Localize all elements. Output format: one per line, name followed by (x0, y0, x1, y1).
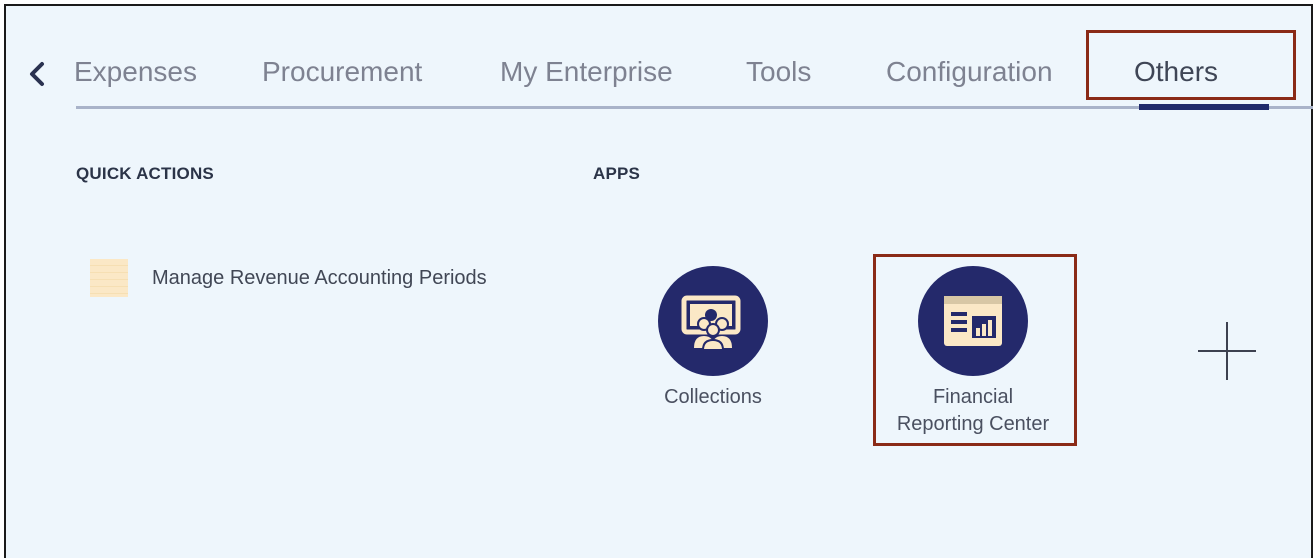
app-label-financial-reporting-center: Financial Reporting Center (897, 384, 1049, 438)
quick-actions-heading: QUICK ACTIONS (76, 164, 214, 183)
financial-reporting-icon (918, 266, 1028, 376)
scroll-tabs-left-button[interactable] (22, 54, 52, 94)
tab-my-enterprise[interactable]: My Enterprise (500, 50, 673, 94)
collections-icon (658, 266, 768, 376)
add-app-button[interactable] (1198, 322, 1256, 380)
active-tab-indicator (1139, 104, 1269, 110)
others-tab-highlight (1086, 30, 1296, 100)
tab-configuration[interactable]: Configuration (886, 50, 1053, 94)
app-financial-reporting-center[interactable]: Financial Reporting Center (885, 266, 1061, 438)
task-list-icon (90, 259, 128, 297)
app-label-line-2: Reporting Center (896, 413, 1050, 435)
app-collections[interactable]: Collections (653, 266, 773, 411)
quick-action-label: Manage Revenue Accounting Periods (152, 266, 487, 289)
app-label-line-1: Financial (932, 386, 1014, 408)
tab-expenses[interactable]: Expenses (74, 50, 197, 94)
app-label-collections: Collections (664, 386, 762, 408)
tab-procurement[interactable]: Procurement (262, 50, 422, 94)
tab-tools[interactable]: Tools (746, 50, 811, 94)
chevron-left-icon (30, 62, 44, 86)
apps-heading: APPS (593, 164, 641, 183)
page-frame: Expenses Procurement My Enterprise Tools… (4, 4, 1313, 558)
tab-bar-track (76, 106, 1313, 109)
quick-action-manage-revenue-accounting-periods[interactable]: Manage Revenue Accounting Periods (90, 256, 487, 300)
